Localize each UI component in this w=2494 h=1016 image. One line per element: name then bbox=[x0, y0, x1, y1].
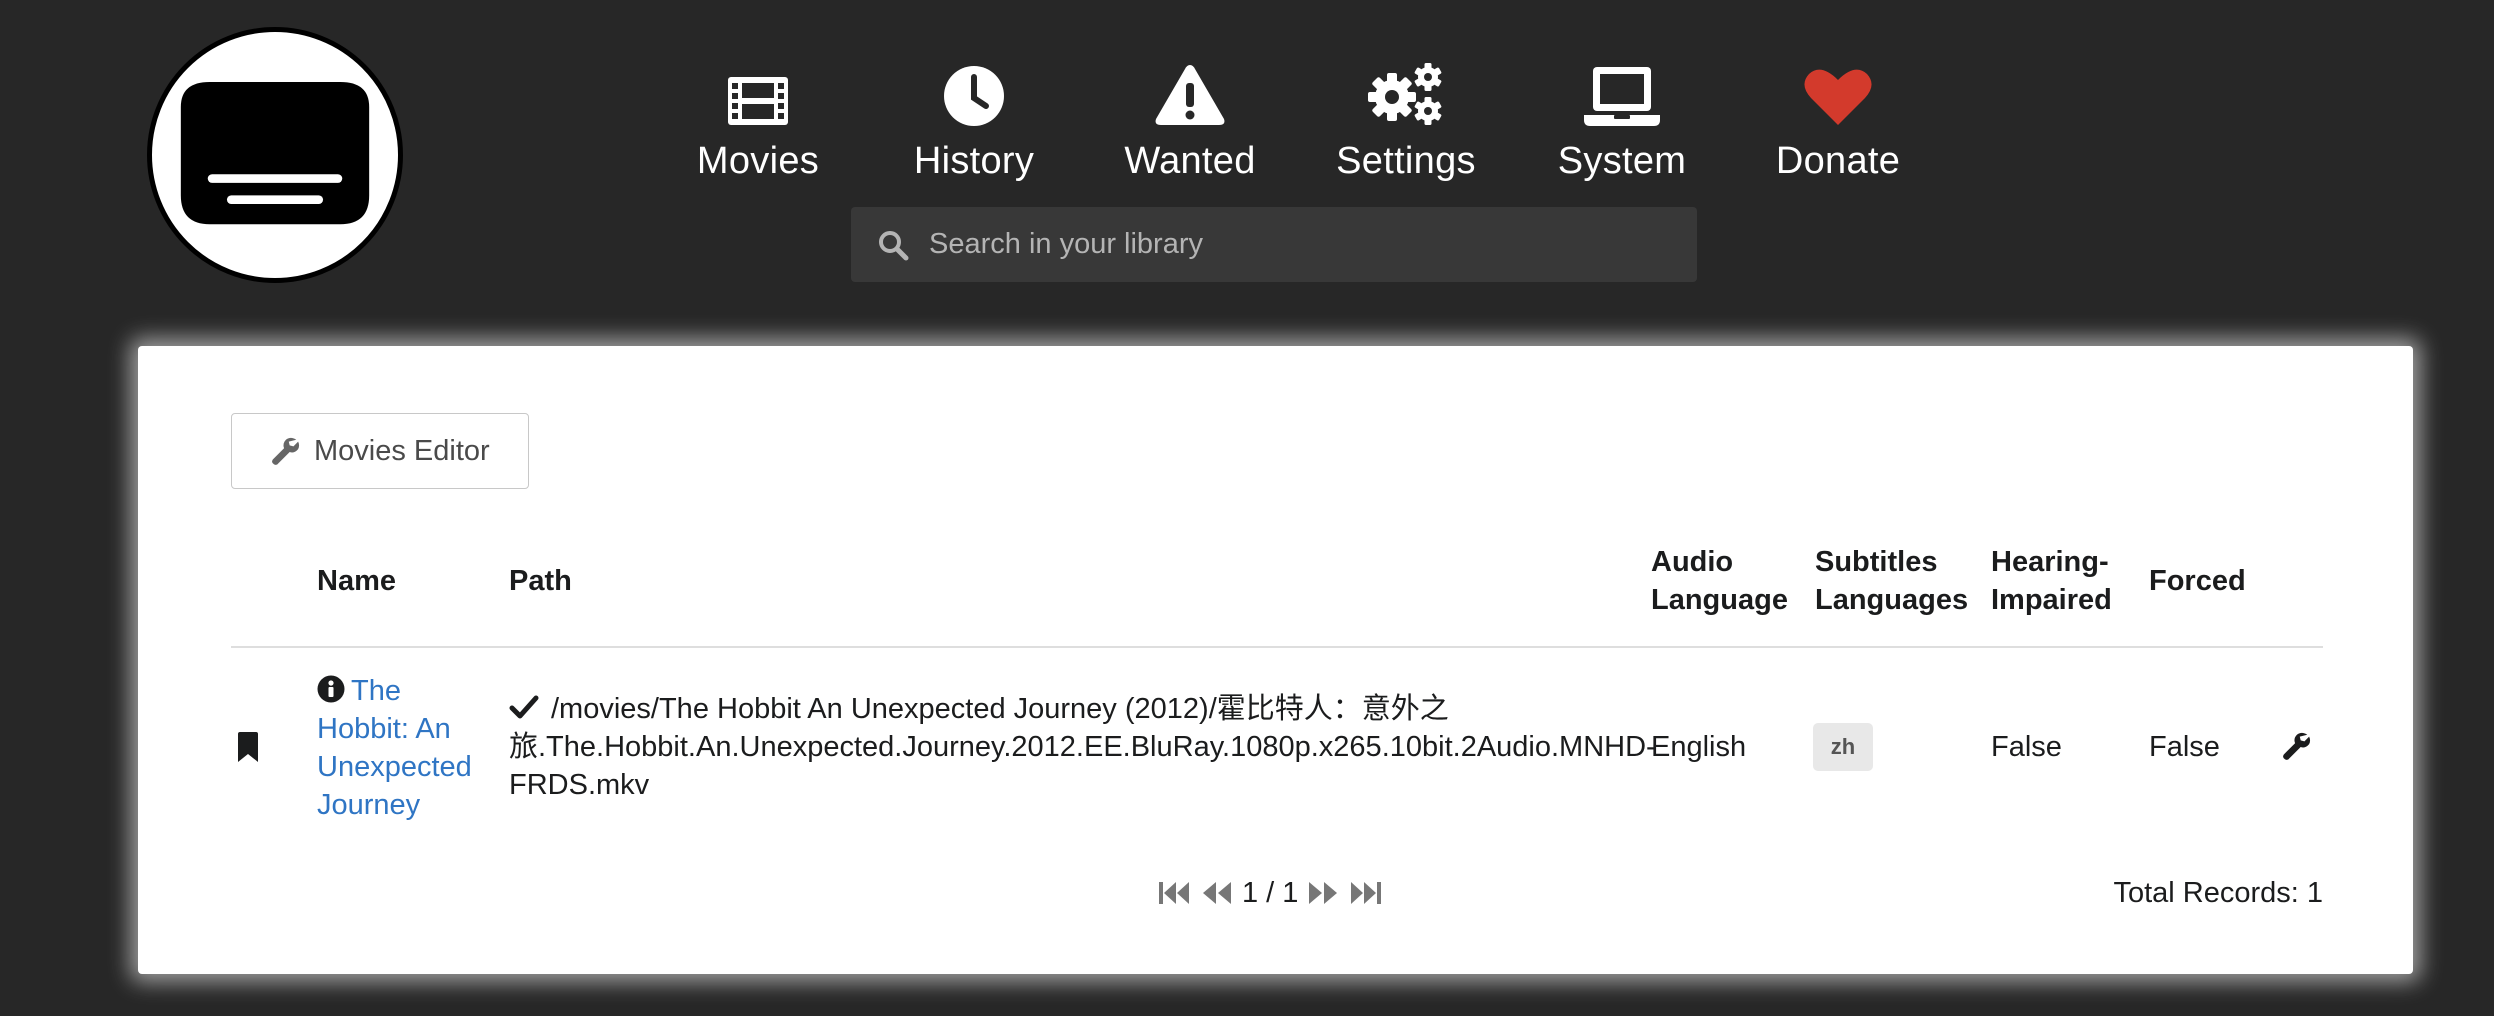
app-logo[interactable] bbox=[147, 27, 403, 283]
forced-cell: False bbox=[2149, 731, 2220, 763]
search-input[interactable] bbox=[929, 207, 1697, 282]
warning-icon bbox=[1155, 65, 1225, 125]
hearing-impaired-cell: False bbox=[1991, 731, 2062, 763]
nav-donate[interactable]: Donate bbox=[1730, 55, 1946, 183]
header-hi-line2: Impaired bbox=[1991, 584, 2112, 616]
nav-label: System bbox=[1557, 140, 1687, 182]
nav-label: History bbox=[913, 140, 1035, 182]
header-divider bbox=[231, 646, 2323, 648]
last-page-icon[interactable] bbox=[1350, 880, 1382, 906]
wrench-icon[interactable] bbox=[2281, 731, 2311, 761]
previous-page-icon[interactable] bbox=[1200, 880, 1234, 906]
bookmark-icon[interactable] bbox=[237, 732, 259, 762]
subtitle-language-badge: zh bbox=[1813, 723, 1873, 771]
wrench-icon bbox=[272, 437, 300, 465]
nav-settings[interactable]: Settings bbox=[1298, 55, 1514, 183]
header-name[interactable]: Name bbox=[317, 562, 396, 600]
header-audio-line2: Language bbox=[1651, 584, 1788, 616]
search-icon bbox=[879, 230, 909, 260]
header-hearing-impaired[interactable]: Hearing- Impaired bbox=[1991, 543, 2112, 619]
nav-history[interactable]: History bbox=[866, 55, 1082, 183]
audio-language-cell: English bbox=[1651, 731, 1747, 763]
path-line-1: /movies/The Hobbit An Unexpected Journey… bbox=[551, 693, 1449, 725]
pagination: 1 / 1 bbox=[1158, 873, 1382, 913]
movies-panel: Movies Editor Name Path Audio Language S… bbox=[138, 346, 2413, 974]
nav-label: Donate bbox=[1775, 140, 1901, 182]
gears-icon bbox=[1368, 63, 1442, 125]
header-path[interactable]: Path bbox=[509, 562, 572, 600]
movie-name-cell: The Hobbit: An Unexpected Journey bbox=[317, 672, 477, 824]
film-icon bbox=[728, 77, 788, 125]
nav-movies[interactable]: Movies bbox=[650, 55, 866, 183]
page-indicator: 1 / 1 bbox=[1242, 876, 1299, 909]
header-subs-line1: Subtitles bbox=[1815, 546, 1938, 578]
clock-icon bbox=[944, 66, 1004, 126]
movies-editor-button[interactable]: Movies Editor bbox=[231, 413, 529, 489]
next-page-icon[interactable] bbox=[1306, 880, 1340, 906]
nav-system[interactable]: System bbox=[1514, 55, 1730, 183]
header-audio-line1: Audio bbox=[1651, 546, 1734, 578]
header-subtitles-languages[interactable]: Subtitles Languages bbox=[1815, 543, 1968, 619]
main-nav: Movies History Wanted Settings System Do… bbox=[650, 55, 1946, 183]
path-line-2: 旅.The.Hobbit.An.Unexpected.Journey.2012.… bbox=[509, 731, 1656, 763]
laptop-icon bbox=[1584, 67, 1660, 126]
nav-label: Settings bbox=[1336, 140, 1476, 182]
movies-editor-label: Movies Editor bbox=[314, 434, 490, 467]
header-subs-line2: Languages bbox=[1815, 584, 1969, 616]
nav-label: Wanted bbox=[1124, 140, 1256, 182]
heart-icon bbox=[1804, 69, 1872, 125]
header-forced[interactable]: Forced bbox=[2149, 562, 2246, 600]
header-audio-language[interactable]: Audio Language bbox=[1651, 543, 1788, 619]
path-line-3: FRDS.mkv bbox=[509, 769, 650, 801]
nav-wanted[interactable]: Wanted bbox=[1082, 55, 1298, 183]
first-page-icon[interactable] bbox=[1158, 880, 1190, 906]
info-icon[interactable] bbox=[317, 675, 345, 703]
nav-label: Movies bbox=[696, 140, 820, 182]
movie-path-cell: /movies/The Hobbit An Unexpected Journey… bbox=[509, 690, 1656, 804]
tv-logo-icon bbox=[180, 81, 370, 225]
total-records: Total Records: 1 bbox=[2113, 877, 2323, 909]
library-search bbox=[851, 207, 1697, 282]
check-icon bbox=[509, 695, 539, 719]
header-hi-line1: Hearing- bbox=[1991, 546, 2109, 578]
